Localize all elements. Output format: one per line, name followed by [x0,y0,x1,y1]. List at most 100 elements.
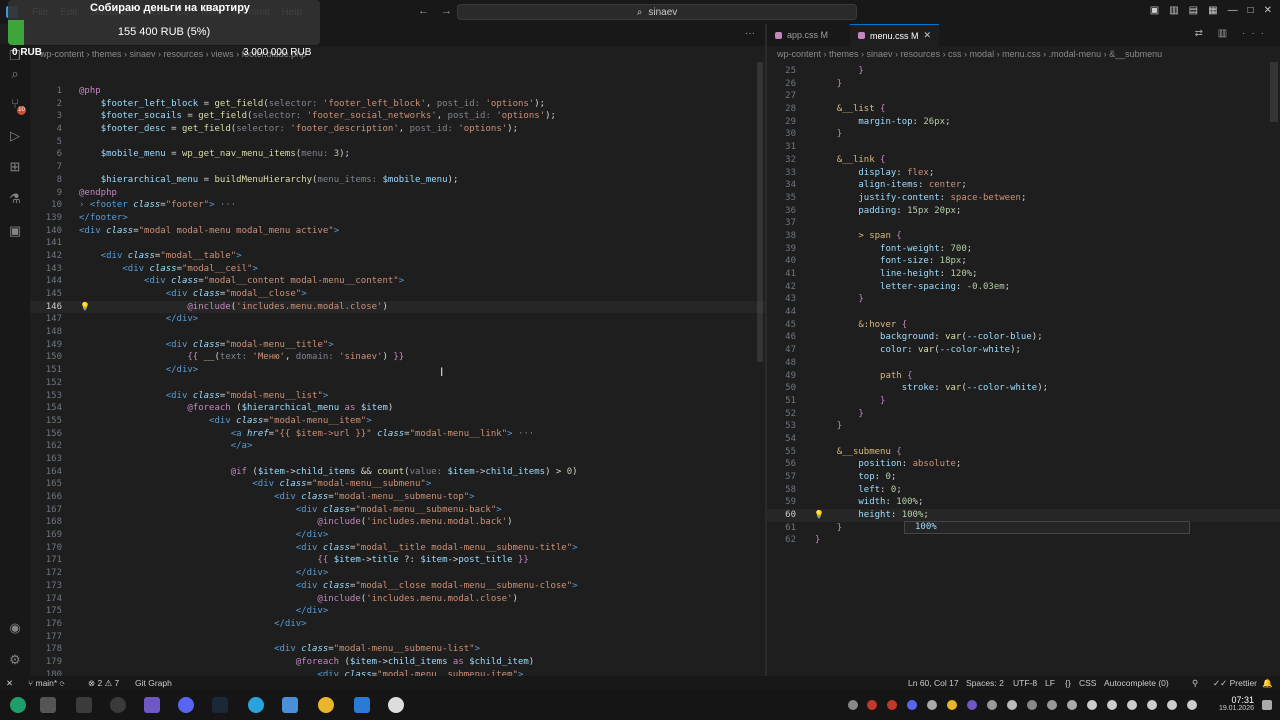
line-text[interactable]: position: absolute; [815,458,961,471]
code-line[interactable]: 175 </div> [30,605,765,618]
line-number[interactable]: 151 [30,364,62,377]
line-number[interactable]: 59 [767,496,796,509]
line-number[interactable]: 147 [30,313,62,326]
code-line[interactable]: 57 top: 0; [767,471,1280,484]
scrollbar-right[interactable] [1270,62,1278,122]
line-text[interactable]: @foreach ($hierarchical_menu as $item) [79,402,393,415]
line-text[interactable]: &__link { [815,154,886,167]
line-number[interactable]: 154 [30,402,62,415]
line-text[interactable]: </div> [79,605,329,618]
line-number[interactable]: 140 [30,225,62,238]
line-number[interactable]: 145 [30,288,62,301]
line-text[interactable]: <a href="{{ $item->url }}" class="modal-… [79,428,535,441]
line-text[interactable]: <div class="modal__table"> [79,250,242,263]
line-text[interactable]: } [815,534,820,547]
tray-icon[interactable] [1007,700,1017,710]
line-text[interactable]: {{ $item->title ?: $item->post_title }} [79,554,528,567]
code-line[interactable]: 47 color: var(--color-white); [767,344,1280,357]
line-number[interactable]: 39 [767,243,796,256]
line-number[interactable]: 4 [30,123,62,136]
line-text[interactable]: } [815,128,842,141]
line-number[interactable]: 173 [30,580,62,593]
line-text[interactable]: margin-top: 26px; [815,116,950,129]
code-line[interactable]: 25 } [767,65,1280,78]
tray-icon[interactable] [1187,700,1197,710]
line-text[interactable]: font-weight: 700; [815,243,972,256]
line-number[interactable]: 179 [30,656,62,669]
tray-network-icon[interactable] [1087,700,1097,710]
tray-record-icon[interactable] [887,700,897,710]
code-line[interactable]: 149 <div class="modal-menu__title"> [30,339,765,352]
line-text[interactable]: align-items: center; [815,179,966,192]
line-number[interactable]: 176 [30,618,62,631]
code-line[interactable]: 2 $footer_left_block = get_field(selecto… [30,98,765,111]
line-text[interactable]: <div class="modal__close"> [79,288,307,301]
tab-app-css[interactable]: app.css M [767,24,836,46]
line-text[interactable]: <div class="modal-menu__submenu-top"> [79,491,475,504]
code-line[interactable]: 154 @foreach ($hierarchical_menu as $ite… [30,402,765,415]
line-number[interactable]: 175 [30,605,62,618]
line-number[interactable]: 57 [767,471,796,484]
line-number[interactable]: 26 [767,78,796,91]
code-line[interactable]: 32 &__link { [767,154,1280,167]
line-number[interactable]: 162 [30,440,62,453]
code-line[interactable]: 174 @include('includes.menu.modal.close'… [30,593,765,606]
obs-app-icon[interactable] [110,697,126,713]
discord-app-icon[interactable] [178,697,194,713]
line-text[interactable]: padding: 15px 20px; [815,205,961,218]
language-mode[interactable]: CSS [1079,676,1096,690]
line-number[interactable]: 42 [767,281,796,294]
line-number[interactable]: 58 [767,484,796,497]
line-number[interactable]: 165 [30,478,62,491]
line-number[interactable]: 43 [767,293,796,306]
code-line[interactable]: 38 > span { [767,230,1280,243]
code-line[interactable]: 44 [767,306,1280,319]
line-text[interactable]: stroke: var(--color-white); [815,382,1048,395]
line-number[interactable]: 169 [30,529,62,542]
telegram-app-icon[interactable] [248,697,264,713]
line-number[interactable]: 54 [767,433,796,446]
line-number[interactable]: 146 [30,301,62,314]
minimize-icon[interactable]: — [1228,5,1238,16]
code-line[interactable]: 35 justify-content: space-between; [767,192,1280,205]
line-text[interactable]: color: var(--color-white); [815,344,1021,357]
code-line[interactable]: 40 font-size: 18px; [767,255,1280,268]
line-number[interactable]: 27 [767,90,796,103]
tray-icon[interactable] [1047,700,1057,710]
line-number[interactable]: 46 [767,331,796,344]
line-text[interactable]: } [815,293,863,306]
steam-app-icon[interactable] [212,697,228,713]
code-line[interactable]: 46 background: var(--color-blue); [767,331,1280,344]
code-line[interactable]: 26 } [767,78,1280,91]
line-text[interactable]: <div class="modal-menu__submenu-back"> [79,504,502,517]
tab-menu-css[interactable]: menu.css M ✕ [850,24,940,46]
line-number[interactable]: 180 [30,669,62,676]
code-line[interactable]: 45 &:hover { [767,319,1280,332]
line-number[interactable]: 32 [767,154,796,167]
line-number[interactable]: 55 [767,446,796,459]
code-line[interactable]: 7 [30,161,765,174]
line-number[interactable]: 178 [30,643,62,656]
line-number[interactable]: 5 [30,136,62,149]
code-line[interactable]: 8 $hierarchical_menu = buildMenuHierarch… [30,174,765,187]
code-line[interactable]: 166 <div class="modal-menu__submenu-top"… [30,491,765,504]
line-text[interactable]: › <footer class="footer"> ··· [79,199,236,212]
code-line[interactable]: 50 stroke: var(--color-white); [767,382,1280,395]
line-number[interactable]: 28 [767,103,796,116]
line-number[interactable]: 150 [30,351,62,364]
code-line[interactable]: 43 } [767,293,1280,306]
line-number[interactable]: 7 [30,161,62,174]
line-number[interactable]: 47 [767,344,796,357]
line-text[interactable]: justify-content: space-between; [815,192,1026,205]
app-icon[interactable] [144,697,160,713]
line-number[interactable]: 153 [30,390,62,403]
line-text[interactable]: </div> [79,567,329,580]
code-line[interactable]: 168 @include('includes.menu.modal.back') [30,516,765,529]
task-view-icon[interactable] [40,697,56,713]
toggle-secondary-sidebar-icon[interactable]: ▦ [1208,5,1217,16]
search-icon[interactable]: ⌕ [7,66,23,82]
extensions-icon[interactable]: ⊞ [7,159,23,175]
autocomplete-status[interactable]: Autocomplete (0) [1104,676,1169,690]
problems-indicator[interactable]: ⊗ 2 ⚠ 7 [88,676,119,690]
line-number[interactable]: 44 [767,306,796,319]
